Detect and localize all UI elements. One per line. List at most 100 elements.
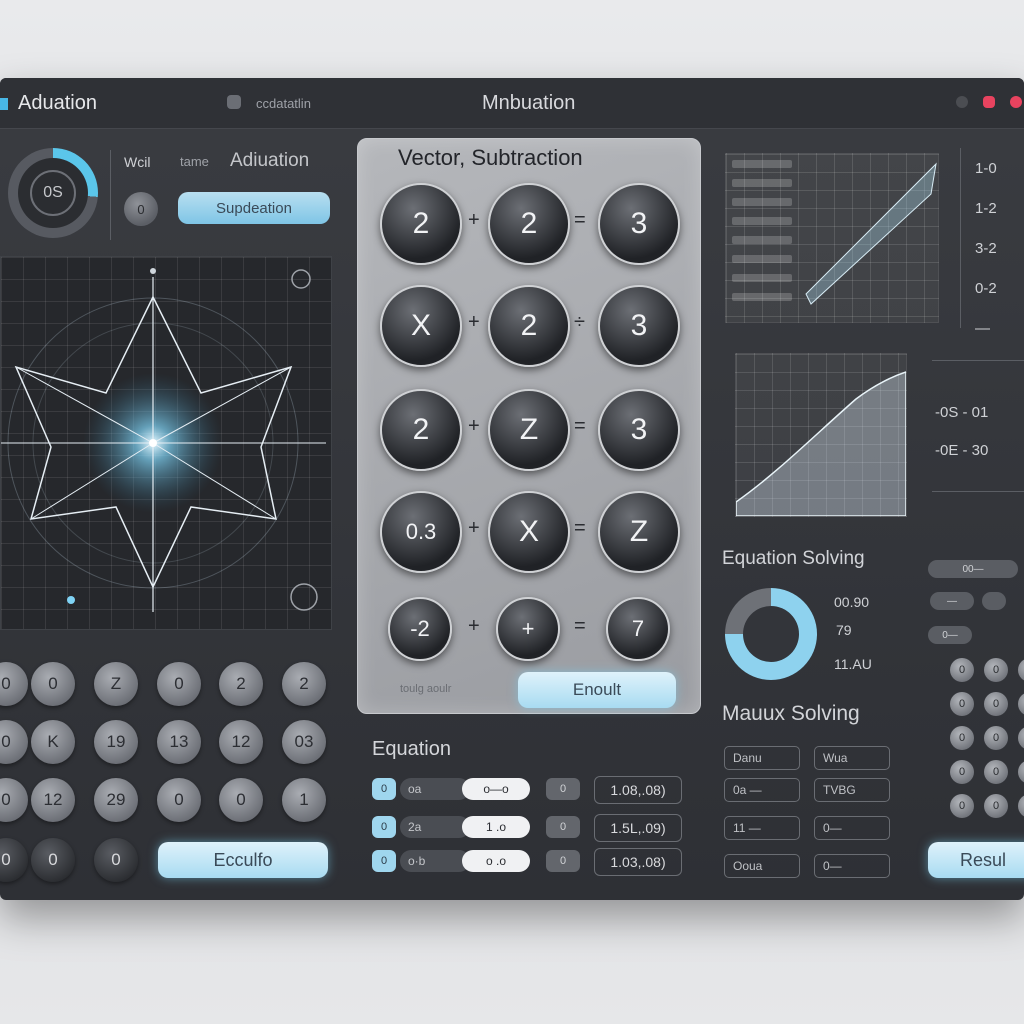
row-icon-button[interactable]: 0 xyxy=(372,778,396,800)
small-keypad-key[interactable]: 0 xyxy=(984,794,1008,818)
side-toggle[interactable]: 0— xyxy=(928,626,972,644)
operand-a-button[interactable]: X xyxy=(380,285,462,367)
close-icon[interactable] xyxy=(1010,96,1022,108)
matrix-field[interactable]: 0a — xyxy=(724,778,800,802)
small-keypad-key[interactable]: 0 xyxy=(1018,692,1024,716)
keypad-key[interactable]: 0 xyxy=(94,838,138,882)
small-keypad-key[interactable]: 0 xyxy=(950,658,974,682)
toggle-button[interactable]: 0 xyxy=(124,192,158,226)
row-chip[interactable]: 1 .o xyxy=(462,816,530,838)
keypad-key[interactable]: K xyxy=(31,720,75,764)
keypad-key[interactable]: 2 xyxy=(282,662,326,706)
restore-icon[interactable] xyxy=(983,96,995,108)
keypad-key[interactable]: 19 xyxy=(94,720,138,764)
row-square-button[interactable]: 0 xyxy=(546,816,580,838)
operand-a-button[interactable]: 0.3 xyxy=(380,491,462,573)
keypad-key[interactable]: 0 xyxy=(31,838,75,882)
operand-a-button[interactable]: -2 xyxy=(388,597,452,661)
small-keypad-key[interactable]: 0 xyxy=(950,760,974,784)
small-keypad-key[interactable]: 0 xyxy=(984,692,1008,716)
keypad-key[interactable]: 0 xyxy=(157,662,201,706)
vector-subtraction-panel: Vector, Subtraction 2 +2 = 3 X +2 ÷ 3 2 + Z = 3 0.3 + X… xyxy=(357,138,701,714)
matrix-field[interactable]: TVBG xyxy=(814,778,890,802)
matrix-field[interactable]: Wua xyxy=(814,746,890,770)
operator-1: + xyxy=(468,415,480,437)
keypad-key[interactable]: 29 xyxy=(94,778,138,822)
row-chip[interactable]: o—o xyxy=(462,778,530,800)
small-keypad-key[interactable]: 0 xyxy=(1018,658,1024,682)
app-title: Aduation xyxy=(18,92,97,114)
keypad-key[interactable]: 0 xyxy=(31,662,75,706)
keypad-key[interactable]: 2 xyxy=(219,662,263,706)
small-keypad-key[interactable]: 0 xyxy=(984,658,1008,682)
side-toggle[interactable]: — xyxy=(930,592,974,610)
small-keypad-key[interactable]: 0 xyxy=(1018,726,1024,750)
keypad-key[interactable]: 12 xyxy=(31,778,75,822)
matrix-field[interactable]: 0— xyxy=(814,816,890,840)
result-button[interactable]: Resul xyxy=(928,842,1024,878)
row-square-button[interactable]: 0 xyxy=(546,850,580,872)
row-chip[interactable]: o .o xyxy=(462,850,530,872)
row-left-field[interactable]: oa xyxy=(400,778,470,800)
enoult-button[interactable]: Enoult xyxy=(518,672,676,708)
small-keypad-key[interactable]: 0 xyxy=(984,726,1008,750)
row-icon-button[interactable]: 0 xyxy=(372,850,396,872)
operand-a-button[interactable]: 2 xyxy=(380,183,462,265)
row-value: 1.08,.08) xyxy=(594,776,682,804)
keypad-key[interactable]: 1 xyxy=(282,778,326,822)
result-value-button[interactable]: 3 xyxy=(598,389,680,471)
operand-b-button[interactable]: 2 xyxy=(488,183,570,265)
keypad-key[interactable]: 12 xyxy=(219,720,263,764)
keypad-key[interactable]: 0 xyxy=(0,778,28,822)
matrix-field[interactable]: Ooua xyxy=(724,854,800,878)
result-value-button[interactable]: Z xyxy=(598,491,680,573)
operand-b-button[interactable]: 2 xyxy=(488,285,570,367)
wait-label: Wcil xyxy=(124,154,151,170)
row-square-button[interactable]: 0 xyxy=(546,778,580,800)
ecculfo-button[interactable]: Ecculfo xyxy=(158,842,328,878)
minimize-icon[interactable] xyxy=(956,96,968,108)
side-toggle-b[interactable] xyxy=(982,592,1006,610)
adiuation-label: Adiuation xyxy=(230,150,310,171)
row-value: 1.03,.08) xyxy=(594,848,682,876)
small-keypad-key[interactable]: 0 xyxy=(1018,760,1024,784)
side-toggle[interactable]: 00— xyxy=(928,560,1018,578)
keypad-key[interactable]: Z xyxy=(94,662,138,706)
progress-gauge: 0S xyxy=(8,148,98,238)
chart-row-label xyxy=(732,198,792,206)
row-icon-button[interactable]: 0 xyxy=(372,816,396,838)
result-value-button[interactable]: 3 xyxy=(598,285,680,367)
small-keypad-key[interactable]: 0 xyxy=(1018,794,1024,818)
bottom-point xyxy=(67,596,75,604)
small-keypad-key[interactable]: 0 xyxy=(950,726,974,750)
operand-b-button[interactable]: Z xyxy=(488,389,570,471)
operator-2: ÷ xyxy=(574,311,585,333)
keypad-key[interactable]: 03 xyxy=(282,720,326,764)
row-left-field[interactable]: 2a xyxy=(400,816,470,838)
result-value-button[interactable]: 7 xyxy=(606,597,670,661)
operand-b-button[interactable]: + xyxy=(496,597,560,661)
donut-value-1: 00.90 xyxy=(834,594,870,610)
matrix-field[interactable]: Danu xyxy=(724,746,800,770)
keypad-key[interactable]: 0 xyxy=(0,838,28,882)
operand-a-button[interactable]: 2 xyxy=(380,389,462,471)
matrix-field[interactable]: 0— xyxy=(814,854,890,878)
equation-heading: Equation xyxy=(372,738,451,760)
operand-b-button[interactable]: X xyxy=(488,491,570,573)
row-left-field[interactable]: o·b xyxy=(400,850,470,872)
small-keypad-key[interactable]: 0 xyxy=(950,692,974,716)
small-keypad-key[interactable]: 0 xyxy=(984,760,1008,784)
operator-1: + xyxy=(468,517,480,539)
matrix-field[interactable]: 11 — xyxy=(724,816,800,840)
keypad-key[interactable]: 13 xyxy=(157,720,201,764)
keypad-key[interactable]: 0 xyxy=(157,778,201,822)
equation-solving-label: Equation Solving xyxy=(722,548,865,569)
menu-icon[interactable] xyxy=(227,95,241,109)
keypad-key[interactable]: 0 xyxy=(0,720,28,764)
donut-value-3: 11.AU xyxy=(834,656,872,672)
keypad-key[interactable]: 0 xyxy=(219,778,263,822)
supdeation-button[interactable]: Supdeation xyxy=(178,192,330,224)
small-keypad-key[interactable]: 0 xyxy=(950,794,974,818)
result-value-button[interactable]: 3 xyxy=(598,183,680,265)
keypad-key[interactable]: 0 xyxy=(0,662,28,706)
